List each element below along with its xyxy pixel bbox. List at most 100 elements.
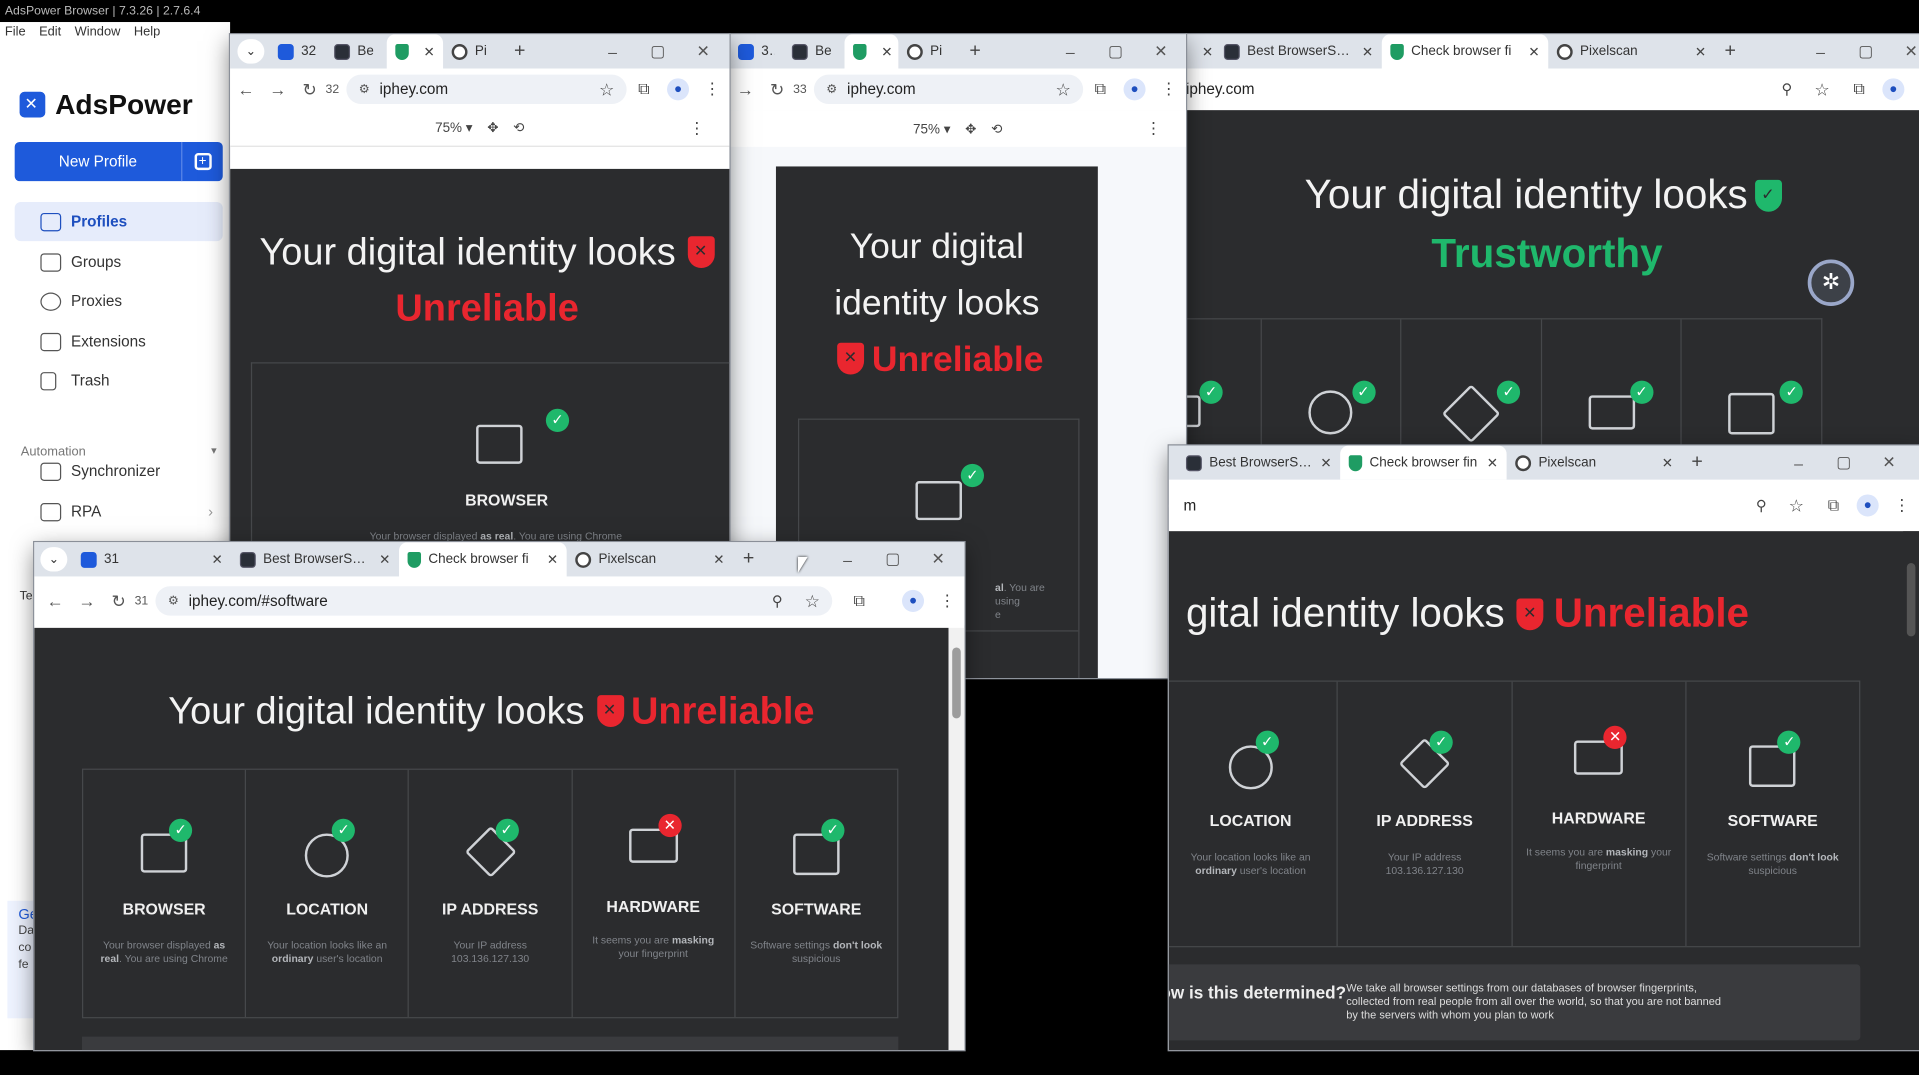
new-tab-button[interactable]: + bbox=[1682, 452, 1713, 474]
profile-avatar-icon[interactable]: ● bbox=[1876, 78, 1910, 101]
tab-31[interactable]: 31 ✕ bbox=[72, 542, 231, 576]
tab-iphey[interactable]: ✕ bbox=[844, 34, 899, 69]
maximize-icon[interactable]: ▢ bbox=[1821, 453, 1866, 473]
move-icon[interactable]: ✥ bbox=[965, 121, 976, 137]
tab-search-icon[interactable]: ⌄ bbox=[237, 39, 265, 64]
tab-close-partial[interactable]: ✕ bbox=[1186, 34, 1215, 68]
tab-search-icon[interactable]: ⌄ bbox=[40, 547, 68, 572]
add-profile-icon[interactable]: + bbox=[181, 141, 223, 182]
scrollbar-thumb[interactable] bbox=[1906, 562, 1916, 637]
tab-iphey[interactable]: ✕ bbox=[386, 34, 444, 69]
new-tab-button[interactable]: + bbox=[733, 548, 764, 570]
close-window-icon[interactable]: ✕ bbox=[680, 42, 725, 62]
close-window-icon[interactable]: ✕ bbox=[1866, 453, 1911, 473]
back-icon[interactable]: ← bbox=[39, 591, 71, 611]
maximize-icon[interactable]: ▢ bbox=[1093, 42, 1138, 62]
bookmark-star-icon[interactable]: ☆ bbox=[589, 79, 614, 100]
zoom-select[interactable]: 75% ▾ bbox=[913, 121, 950, 137]
close-window-icon[interactable]: ✕ bbox=[915, 550, 960, 570]
tab-32[interactable]: 32 bbox=[269, 34, 325, 68]
tab-check-browser[interactable]: Check browser fi ✕ bbox=[398, 542, 567, 577]
close-window-icon[interactable]: ✕ bbox=[1888, 42, 1919, 62]
tab-check-browser[interactable]: Check browser fin ✕ bbox=[1340, 445, 1507, 480]
profile-avatar-icon[interactable]: ● bbox=[1117, 78, 1151, 101]
extensions-icon[interactable]: ⧉ bbox=[1816, 496, 1850, 516]
extensions-icon[interactable]: ⧉ bbox=[1083, 80, 1117, 100]
profile-avatar-icon[interactable]: ● bbox=[661, 78, 695, 101]
reload-icon[interactable]: ↻ bbox=[761, 79, 793, 100]
menu-kebab-icon[interactable]: ⋮ bbox=[1152, 80, 1186, 100]
bookmark-star-icon[interactable]: ☆ bbox=[1805, 79, 1829, 100]
extensions-icon[interactable]: ⧉ bbox=[842, 591, 876, 611]
minimize-icon[interactable]: – bbox=[1798, 42, 1843, 60]
scrollbar[interactable] bbox=[1903, 531, 1919, 1051]
address-bar[interactable]: ⚙ iphey.com ☆ bbox=[814, 74, 1084, 105]
zoom-icon[interactable]: ⚲ bbox=[772, 592, 783, 609]
site-info-icon[interactable]: ⚙ bbox=[359, 83, 370, 96]
menu-kebab-icon[interactable]: ⋮ bbox=[1146, 119, 1162, 139]
maximize-icon[interactable]: ▢ bbox=[1843, 42, 1888, 62]
scrollbar-thumb[interactable] bbox=[952, 647, 961, 719]
tab-best-browserscan[interactable]: Best BrowserScan ✕ bbox=[1169, 445, 1340, 479]
sidebar-item-extensions[interactable]: Extensions bbox=[15, 322, 223, 361]
address-bar[interactable]: iphey.com ⚲ ☆ bbox=[1185, 74, 1842, 105]
tab-33[interactable]: 33 bbox=[729, 34, 783, 68]
site-info-icon[interactable]: ⚙ bbox=[168, 594, 179, 607]
sidebar-item-trash[interactable]: Trash bbox=[15, 361, 223, 400]
menu-kebab-icon[interactable]: ⋮ bbox=[1885, 496, 1919, 516]
tab-be[interactable]: Be bbox=[783, 34, 844, 68]
scrollbar[interactable] bbox=[948, 627, 965, 1051]
bookmark-star-icon[interactable]: ☆ bbox=[1779, 495, 1804, 516]
minimize-icon[interactable]: – bbox=[1776, 453, 1821, 471]
new-profile-button[interactable]: New Profile + bbox=[14, 141, 223, 182]
close-icon[interactable]: ✕ bbox=[874, 43, 892, 60]
rotate-icon[interactable]: ⟲ bbox=[991, 121, 1002, 137]
menu-kebab-icon[interactable]: ⋮ bbox=[689, 118, 705, 138]
rotate-icon[interactable]: ⟲ bbox=[513, 120, 524, 136]
profile-avatar-icon[interactable]: ● bbox=[896, 589, 930, 612]
new-tab-button[interactable]: + bbox=[504, 40, 535, 62]
tab-pixelscan[interactable]: Pixelscan ✕ bbox=[1507, 445, 1682, 479]
close-window-icon[interactable]: ✕ bbox=[1138, 42, 1183, 62]
address-bar[interactable]: ⚙ iphey.com/#software ⚲ ☆ bbox=[155, 586, 833, 616]
close-icon[interactable]: ✕ bbox=[1195, 43, 1213, 60]
close-icon[interactable]: ✕ bbox=[416, 43, 434, 60]
zoom-icon[interactable]: ⚲ bbox=[1756, 497, 1767, 514]
menu-help[interactable]: Help bbox=[134, 24, 160, 39]
move-icon[interactable]: ✥ bbox=[487, 120, 498, 136]
extensions-icon[interactable]: ⧉ bbox=[1842, 80, 1876, 100]
minimize-icon[interactable]: – bbox=[825, 550, 870, 568]
tab-best-browserscan[interactable]: Best BrowserScan ✕ bbox=[1215, 34, 1381, 68]
forward-icon[interactable]: → bbox=[71, 591, 103, 611]
sidebar-item-rpa[interactable]: RPA › bbox=[15, 492, 223, 531]
reload-icon[interactable]: ↻ bbox=[294, 79, 326, 100]
extensions-icon[interactable]: ⧉ bbox=[627, 80, 661, 100]
maximize-icon[interactable]: ▢ bbox=[870, 550, 915, 570]
forward-icon[interactable]: → bbox=[729, 80, 761, 100]
sidebar-item-proxies[interactable]: Proxies bbox=[15, 281, 223, 320]
address-bar[interactable]: m ⚲ ☆ bbox=[1168, 490, 1817, 521]
helper-bot-icon[interactable]: ✲ bbox=[1807, 259, 1855, 306]
reload-icon[interactable]: ↻ bbox=[103, 591, 135, 612]
menu-kebab-icon[interactable]: ⋮ bbox=[930, 591, 964, 611]
address-bar[interactable]: ⚙ iphey.com ☆ bbox=[346, 74, 627, 105]
close-icon[interactable]: ✕ bbox=[1355, 43, 1373, 60]
menu-edit[interactable]: Edit bbox=[39, 24, 61, 39]
sidebar-item-profiles[interactable]: Profiles bbox=[14, 201, 223, 242]
tab-pixelscan[interactable]: Pixelscan ✕ bbox=[1548, 34, 1714, 68]
sidebar-item-synchronizer[interactable]: Synchronizer bbox=[15, 452, 223, 491]
menu-window[interactable]: Window bbox=[75, 24, 121, 39]
close-icon[interactable]: ✕ bbox=[204, 551, 222, 568]
close-icon[interactable]: ✕ bbox=[1521, 43, 1539, 60]
tab-pixelscan[interactable]: Pixelscan ✕ bbox=[567, 542, 733, 576]
sidebar-item-groups[interactable]: Groups bbox=[15, 242, 223, 281]
new-tab-button[interactable]: + bbox=[960, 40, 991, 62]
bookmark-star-icon[interactable]: ☆ bbox=[795, 591, 820, 612]
tab-pi[interactable]: Pi bbox=[898, 34, 959, 68]
close-icon[interactable]: ✕ bbox=[1687, 43, 1706, 60]
tab-be[interactable]: Be bbox=[326, 34, 387, 68]
menu-kebab-icon[interactable]: ⋮ bbox=[695, 80, 729, 100]
new-tab-button[interactable]: + bbox=[1715, 40, 1746, 62]
close-icon[interactable]: ✕ bbox=[1479, 455, 1498, 471]
close-icon[interactable]: ✕ bbox=[539, 551, 558, 568]
